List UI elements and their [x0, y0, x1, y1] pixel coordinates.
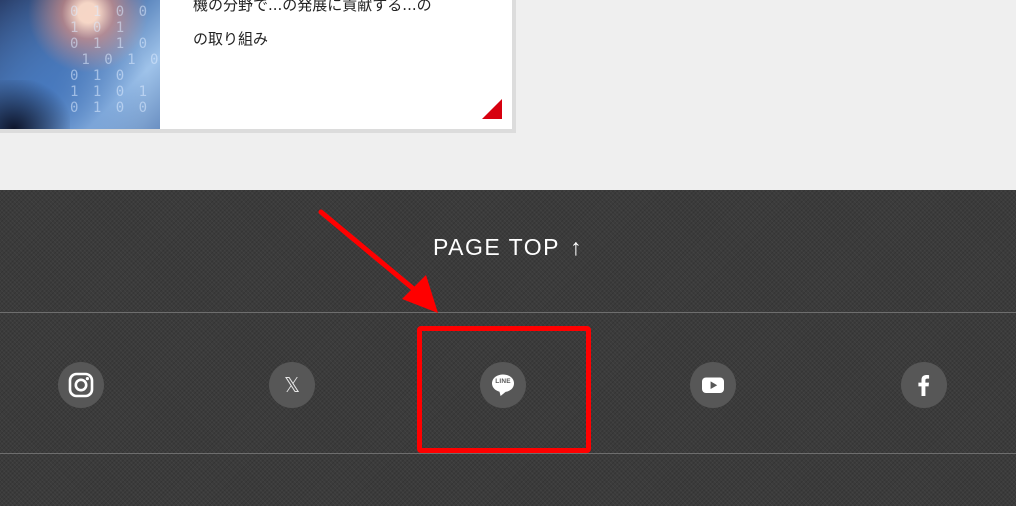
- annotation-highlight-box: [417, 326, 591, 453]
